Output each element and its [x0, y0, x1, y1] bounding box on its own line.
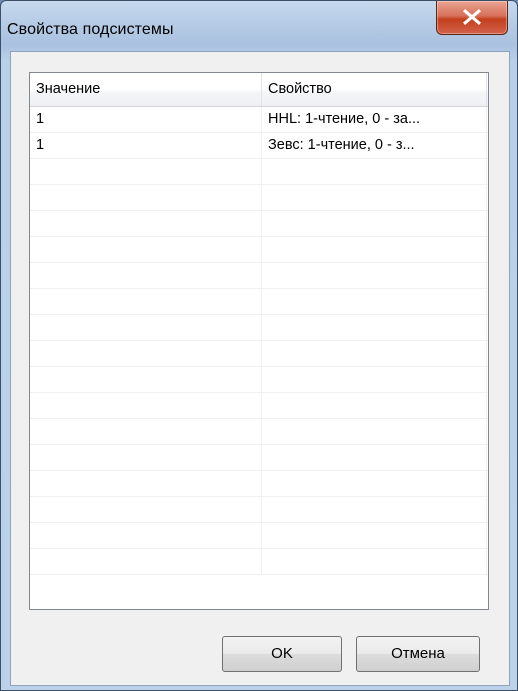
table-row[interactable] [30, 315, 488, 341]
cell-property [262, 263, 487, 288]
cell-property: HHL: 1-чтение, 0 - за... [262, 107, 487, 132]
cell-value [30, 159, 262, 184]
table-row[interactable] [30, 471, 488, 497]
cell-value [30, 471, 262, 496]
cell-value [30, 263, 262, 288]
column-header-value[interactable]: Значение [30, 73, 262, 106]
table-row[interactable]: 1 Зевс: 1-чтение, 0 - з... [30, 133, 488, 159]
table-row[interactable] [30, 367, 488, 393]
window-title: Свойства подсистемы [7, 21, 174, 38]
table-body: 1 HHL: 1-чтение, 0 - за... 1 Зевс: 1-чтение… [30, 107, 488, 575]
table-row[interactable] [30, 237, 488, 263]
cell-value [30, 445, 262, 470]
cell-property [262, 237, 487, 262]
table-row[interactable]: 1 HHL: 1-чтение, 0 - за... [30, 107, 488, 133]
table-row[interactable] [30, 523, 488, 549]
cell-value [30, 289, 262, 314]
cell-property [262, 393, 487, 418]
cell-property [262, 497, 487, 522]
table-header: Значение Свойство [30, 73, 488, 107]
dialog-window: Свойства подсистемы Значение Свойство 1H… [0, 0, 518, 691]
table-row[interactable] [30, 341, 488, 367]
cell-value [30, 211, 262, 236]
cell-property [262, 341, 487, 366]
cell-value [30, 185, 262, 210]
cancel-button[interactable]: Отмена [356, 636, 480, 672]
table-row[interactable] [30, 445, 488, 471]
dialog-client-area: Значение Свойство 1 HHL: 1-чтение, 0 - за… [10, 51, 510, 686]
cell-value [30, 341, 262, 366]
close-button[interactable] [436, 1, 508, 35]
close-icon [463, 8, 481, 26]
cell-property [262, 367, 487, 392]
cell-property: Зевс: 1-чтение, 0 - з... [262, 133, 487, 158]
cell-value [30, 419, 262, 444]
cell-value [30, 315, 262, 340]
table-row[interactable] [30, 185, 488, 211]
table-row[interactable] [30, 289, 488, 315]
title-bar[interactable]: Свойства подсистемы [1, 1, 517, 51]
cell-property [262, 471, 487, 496]
cell-property [262, 419, 487, 444]
cell-value [30, 393, 262, 418]
ok-button[interactable]: OK [222, 636, 342, 672]
table-row[interactable] [30, 393, 488, 419]
table-row[interactable] [30, 419, 488, 445]
cell-value [30, 549, 262, 574]
cell-value [30, 497, 262, 522]
cell-property [262, 211, 487, 236]
cell-value [30, 237, 262, 262]
table-row[interactable] [30, 263, 488, 289]
cell-property [262, 315, 487, 340]
cell-value: 1 [30, 133, 262, 158]
table-row[interactable] [30, 497, 488, 523]
cell-value: 1 [30, 107, 262, 132]
cell-value [30, 523, 262, 548]
table-row[interactable] [30, 159, 488, 185]
properties-table[interactable]: Значение Свойство 1 HHL: 1-чтение, 0 - за… [29, 72, 489, 610]
cell-property [262, 445, 487, 470]
table-row[interactable] [30, 211, 488, 237]
cell-property [262, 289, 487, 314]
cell-property [262, 523, 487, 548]
cell-property [262, 549, 487, 574]
cell-property [262, 185, 487, 210]
cell-value [30, 367, 262, 392]
table-row[interactable] [30, 549, 488, 575]
cell-property [262, 159, 487, 184]
column-header-property[interactable]: Свойство [262, 73, 487, 106]
